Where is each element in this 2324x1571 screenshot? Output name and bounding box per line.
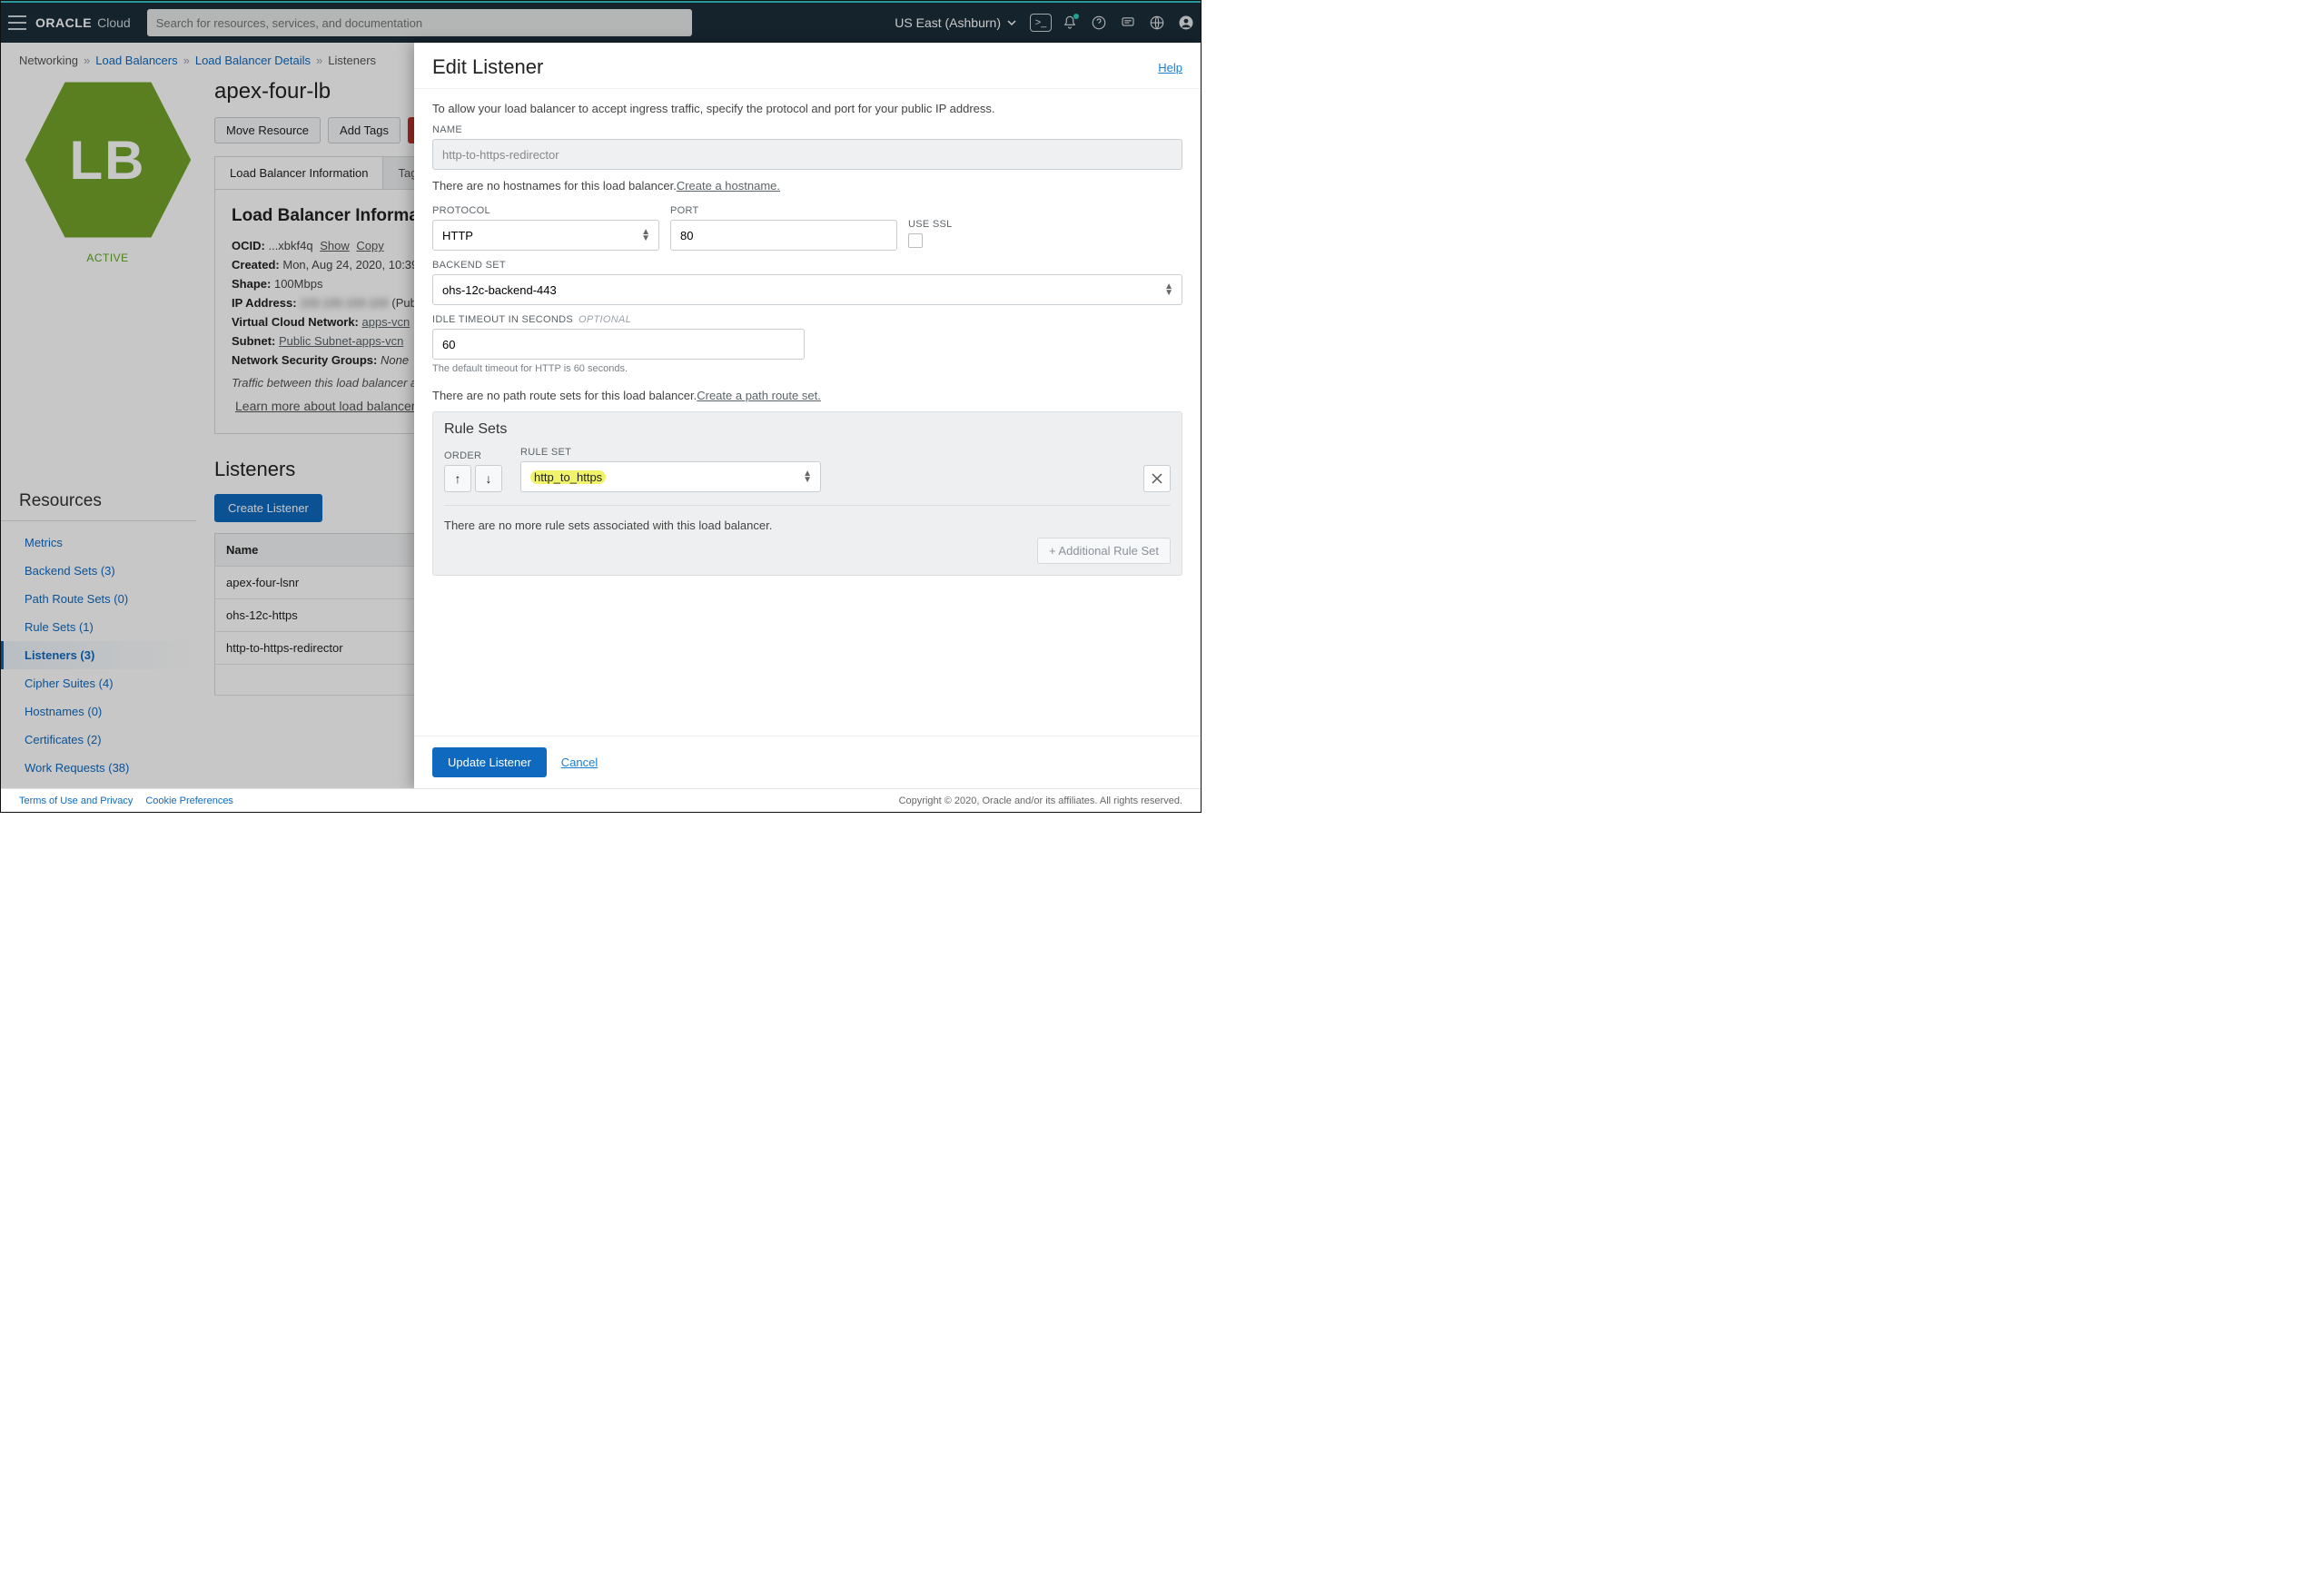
nsg-value: None xyxy=(381,353,409,367)
shape-value: 100Mbps xyxy=(274,277,322,291)
top-navbar: ORACLE Cloud US East (Ashburn) >_ xyxy=(1,1,1201,43)
add-tags-button[interactable]: Add Tags xyxy=(328,117,401,143)
ocid-copy-link[interactable]: Copy xyxy=(356,239,383,252)
sidebar-item-backend-sets[interactable]: Backend Sets (3) xyxy=(1,557,196,585)
sidebar-item-cipher-suites[interactable]: Cipher Suites (4) xyxy=(1,669,196,697)
brand-logo: ORACLE Cloud xyxy=(34,15,140,30)
idle-timeout-hint: The default timeout for HTTP is 60 secon… xyxy=(432,363,1182,374)
page-footer: Terms of Use and Privacy Cookie Preferen… xyxy=(1,788,1201,812)
protocol-select[interactable]: HTTP xyxy=(432,220,659,251)
ocid-show-link[interactable]: Show xyxy=(320,239,350,252)
move-up-button[interactable]: ↑ xyxy=(444,465,471,492)
notifications-icon[interactable] xyxy=(1055,8,1084,37)
name-input xyxy=(432,139,1182,170)
cookie-prefs-link[interactable]: Cookie Preferences xyxy=(145,795,233,806)
resources-heading: Resources xyxy=(19,491,196,511)
panel-footer: Update Listener Cancel xyxy=(414,736,1201,788)
vcn-link[interactable]: apps-vcn xyxy=(362,315,410,329)
cloud-shell-icon[interactable]: >_ xyxy=(1026,8,1055,37)
subnet-label: Subnet: xyxy=(232,334,275,348)
cancel-link[interactable]: Cancel xyxy=(561,756,598,769)
brand-bold: ORACLE xyxy=(35,15,92,30)
panel-title: Edit Listener xyxy=(432,55,543,79)
subnet-link[interactable]: Public Subnet-apps-vcn xyxy=(279,334,403,348)
profile-icon[interactable] xyxy=(1172,8,1201,37)
port-label: PORT xyxy=(670,205,897,216)
terms-link[interactable]: Terms of Use and Privacy xyxy=(19,795,133,806)
created-label: Created: xyxy=(232,258,280,272)
port-input[interactable] xyxy=(670,220,897,251)
sidebar-item-path-route-sets[interactable]: Path Route Sets (0) xyxy=(1,585,196,613)
sidebar-item-hostnames[interactable]: Hostnames (0) xyxy=(1,697,196,726)
crumb-networking: Networking xyxy=(19,54,78,67)
ip-label: IP Address: xyxy=(232,296,297,310)
ocid-value: ...xbkf4q xyxy=(268,239,312,252)
update-listener-button[interactable]: Update Listener xyxy=(432,747,547,777)
name-field-label: NAME xyxy=(432,124,1182,135)
menu-icon[interactable] xyxy=(1,2,34,44)
crumb-listeners: Listeners xyxy=(328,54,376,67)
order-label: ORDER xyxy=(444,450,509,461)
backend-set-label: BACKEND SET xyxy=(432,260,1182,271)
edit-listener-panel: Edit Listener Help To allow your load ba… xyxy=(414,43,1201,788)
globe-icon[interactable] xyxy=(1142,8,1172,37)
brand-light: Cloud xyxy=(97,15,131,30)
rule-sets-heading: Rule Sets xyxy=(433,412,1182,443)
vcn-label: Virtual Cloud Network: xyxy=(232,315,359,329)
create-listener-button[interactable]: Create Listener xyxy=(214,494,322,522)
resources-list: Metrics Backend Sets (3) Path Route Sets… xyxy=(1,520,196,782)
backend-set-select[interactable]: ohs-12c-backend-443 xyxy=(432,274,1182,305)
lb-status-card: LB ACTIVE xyxy=(19,74,196,264)
ocid-label: OCID: xyxy=(232,239,265,252)
region-selector[interactable]: US East (Ashburn) xyxy=(885,15,1026,30)
global-search[interactable] xyxy=(147,9,692,36)
path-route-note: There are no path route sets for this lo… xyxy=(432,389,1182,402)
sidebar-item-metrics[interactable]: Metrics xyxy=(1,529,196,557)
protocol-label: PROTOCOL xyxy=(432,205,659,216)
tab-information[interactable]: Load Balancer Information xyxy=(215,157,383,189)
help-link[interactable]: Help xyxy=(1158,61,1182,74)
lb-status: ACTIVE xyxy=(86,252,128,264)
use-ssl-label: USE SSL xyxy=(908,219,990,230)
create-path-route-link[interactable]: Create a path route set. xyxy=(697,389,821,402)
hostnames-note: There are no hostnames for this load bal… xyxy=(432,179,1182,193)
panel-intro: To allow your load balancer to accept in… xyxy=(432,102,1182,115)
create-hostname-link[interactable]: Create a hostname. xyxy=(677,179,780,193)
idle-timeout-label: IDLE TIMEOUT IN SECONDSOPTIONAL xyxy=(432,314,1182,325)
nsg-label: Network Security Groups: xyxy=(232,353,377,367)
move-resource-button[interactable]: Move Resource xyxy=(214,117,321,143)
sidebar-item-certificates[interactable]: Certificates (2) xyxy=(1,726,196,754)
sidebar-item-rule-sets[interactable]: Rule Sets (1) xyxy=(1,613,196,641)
search-input[interactable] xyxy=(156,16,683,30)
crumb-lb-details[interactable]: Load Balancer Details xyxy=(195,54,311,67)
remove-rule-set-button[interactable] xyxy=(1143,465,1171,492)
rule-set-select[interactable]: http_to_https xyxy=(520,461,821,492)
copyright-text: Copyright © 2020, Oracle and/or its affi… xyxy=(899,795,1182,806)
shape-label: Shape: xyxy=(232,277,271,291)
sidebar-item-work-requests[interactable]: Work Requests (38) xyxy=(1,754,196,782)
sidebar-item-listeners[interactable]: Listeners (3) xyxy=(1,641,196,669)
chat-icon[interactable] xyxy=(1113,8,1142,37)
close-icon xyxy=(1151,472,1163,485)
lb-icon-text: LB xyxy=(70,129,146,192)
idle-timeout-input[interactable] xyxy=(432,329,805,360)
region-label: US East (Ashburn) xyxy=(895,15,1001,30)
crumb-load-balancers[interactable]: Load Balancers xyxy=(95,54,177,67)
use-ssl-checkbox[interactable] xyxy=(908,233,923,248)
help-icon[interactable] xyxy=(1084,8,1113,37)
add-rule-set-button: + Additional Rule Set xyxy=(1037,538,1171,564)
move-down-button[interactable]: ↓ xyxy=(475,465,502,492)
rule-set-value: http_to_https xyxy=(530,470,606,484)
ip-hidden: 100.100.100.100 xyxy=(300,296,389,310)
rule-sets-empty-note: There are no more rule sets associated w… xyxy=(444,519,1171,532)
chevron-down-icon xyxy=(1006,17,1017,28)
rule-sets-section: Rule Sets ORDER ↑ ↓ RULE SET xyxy=(432,411,1182,576)
rule-set-label: RULE SET xyxy=(520,447,821,458)
notification-dot-icon xyxy=(1073,14,1079,19)
